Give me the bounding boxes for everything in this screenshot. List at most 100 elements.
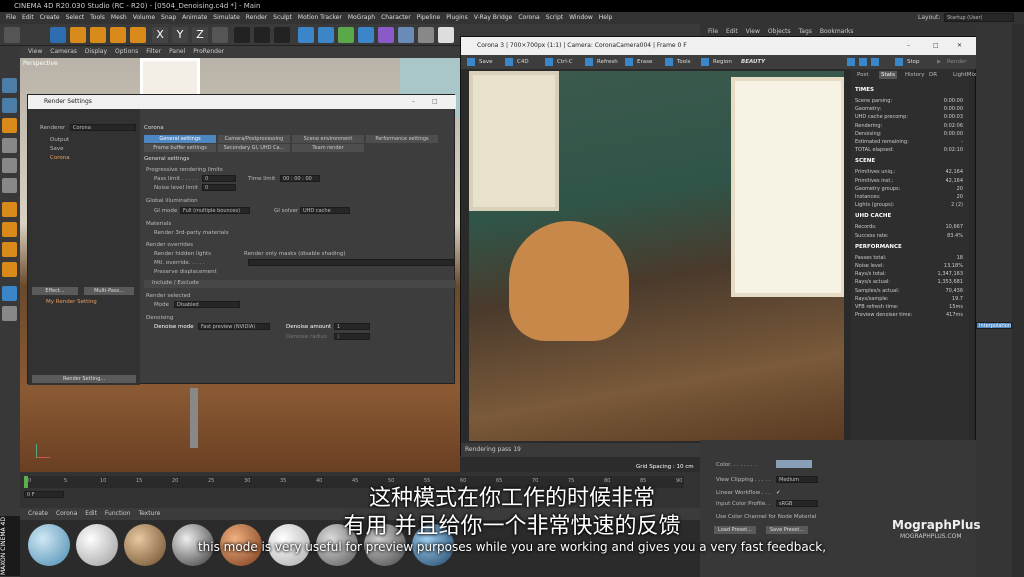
minimize-icon[interactable]: – <box>907 37 910 55</box>
menu-item-snap[interactable]: Snap <box>161 14 176 21</box>
maximize-icon[interactable]: □ <box>933 37 939 55</box>
render-picture-viewer-icon[interactable] <box>254 27 270 43</box>
fit-icon[interactable] <box>871 58 879 66</box>
floor-icon[interactable] <box>398 27 414 43</box>
time-limit-field[interactable]: 00 : 00 : 00 <box>280 175 320 182</box>
menu-item-character[interactable]: Character <box>381 14 411 21</box>
vfb-tab-lightmix[interactable]: LightMix <box>951 71 978 79</box>
viewport-menu-item-panel[interactable]: Panel <box>169 48 185 55</box>
x-axis-icon[interactable]: X <box>152 27 168 43</box>
viewport-menu-item-prorender[interactable]: ProRender <box>193 48 224 55</box>
subdivision-icon[interactable] <box>338 27 354 43</box>
tab-team-render[interactable]: Team render <box>292 144 364 152</box>
color-swatch[interactable] <box>776 460 812 468</box>
vfb-save-button[interactable]: Save <box>479 55 493 69</box>
menu-item-animate[interactable]: Animate <box>182 14 207 21</box>
menu-item-help[interactable]: Help <box>599 14 613 21</box>
menu-item-file[interactable]: File <box>6 14 16 21</box>
tab-camera-post[interactable]: Camera/Postprocessing <box>218 135 290 143</box>
objects-menu-item-tags[interactable]: Tags <box>799 28 812 35</box>
menu-item-mograph[interactable]: MoGraph <box>348 14 375 21</box>
viewport-menu-item-display[interactable]: Display <box>85 48 107 55</box>
menu-item-tools[interactable]: Tools <box>90 14 105 21</box>
z-axis-icon[interactable]: Z <box>192 27 208 43</box>
y-axis-icon[interactable]: Y <box>172 27 188 43</box>
lock-icon[interactable] <box>2 286 17 301</box>
render-view-icon[interactable] <box>234 27 250 43</box>
menu-item-render[interactable]: Render <box>246 14 267 21</box>
array-icon[interactable] <box>358 27 374 43</box>
menu-item-select[interactable]: Select <box>66 14 85 21</box>
objects-menu-item-file[interactable]: File <box>708 28 718 35</box>
gi-mode-select[interactable]: Full (multiple bounces) <box>180 207 250 214</box>
menu-item-edit[interactable]: Edit <box>22 14 34 21</box>
render3rd-checkbox[interactable]: Render 3rd-party materials <box>154 230 229 236</box>
denoise-mode-select[interactable]: Fast preview (NVIDIA) <box>198 323 270 330</box>
vfb-refresh-button[interactable]: Refresh <box>597 55 618 69</box>
menu-item-motion-tracker[interactable]: Motion Tracker <box>298 14 342 21</box>
render-settings-icon[interactable] <box>274 27 290 43</box>
minimize-icon[interactable]: – <box>412 95 415 109</box>
deformer-icon[interactable] <box>378 27 394 43</box>
hidden-lights-checkbox[interactable]: Render hidden lights <box>154 251 211 257</box>
objects-menu-item-view[interactable]: View <box>746 28 760 35</box>
include-exclude-toggle[interactable]: Include / Exclude <box>144 280 456 288</box>
model-mode-icon[interactable] <box>2 78 17 93</box>
menu-item-plugins[interactable]: Plugins <box>446 14 468 21</box>
select-tool-icon[interactable] <box>50 27 66 43</box>
pen-icon[interactable] <box>318 27 334 43</box>
menu-item-sculpt[interactable]: Sculpt <box>273 14 292 21</box>
vfb-tab-post[interactable]: Post <box>855 71 871 79</box>
interpolation-tab[interactable]: Interpolation <box>976 322 1012 329</box>
denoise-radius-field[interactable]: 1 <box>334 333 370 340</box>
zoom-in-icon[interactable] <box>847 58 855 66</box>
cube-icon[interactable] <box>298 27 314 43</box>
workplane-icon[interactable] <box>2 118 17 133</box>
vfb-c4d-button[interactable]: C4D <box>517 55 529 69</box>
maximize-icon[interactable]: □ <box>432 95 438 109</box>
menu-item-v-ray-bridge[interactable]: V-Ray Bridge <box>474 14 513 21</box>
edges-mode-icon[interactable] <box>2 158 17 173</box>
preserve-disp-checkbox[interactable]: Preserve displacement <box>154 269 217 275</box>
pass-limit-field[interactable]: 0 <box>202 175 236 182</box>
layout-select[interactable]: Startup (User) <box>944 13 1014 22</box>
rotate-tool-icon[interactable] <box>110 27 126 43</box>
vfb-tools-button[interactable]: Tools <box>677 55 691 69</box>
mtl-override-field[interactable] <box>248 259 454 266</box>
menu-item-volume[interactable]: Volume <box>133 14 155 21</box>
vfb-tab-history[interactable]: History <box>903 71 927 79</box>
viewport-menu-item-view[interactable]: View <box>28 48 42 55</box>
zoom-out-icon[interactable] <box>859 58 867 66</box>
mtl-override-label[interactable]: Mtl. override. . . . . <box>154 260 205 266</box>
vfb-pass-select[interactable]: BEAUTY <box>741 55 765 69</box>
menu-item-window[interactable]: Window <box>569 14 593 21</box>
vfb-stop-button[interactable]: Stop <box>907 55 920 69</box>
camera-icon[interactable] <box>418 27 434 43</box>
menu-item-simulate[interactable]: Simulate <box>213 14 240 21</box>
tab-performance[interactable]: Performance settings <box>366 135 438 143</box>
axis-icon[interactable] <box>2 202 17 217</box>
tweak-icon[interactable] <box>2 222 17 237</box>
scale-tool-icon[interactable] <box>90 27 106 43</box>
tree-item-corona[interactable]: Corona <box>50 155 70 161</box>
only-masks-checkbox[interactable]: Render only masks (disable shading) <box>244 251 346 257</box>
grid-icon[interactable] <box>2 306 17 321</box>
objects-menu-item-bookmarks[interactable]: Bookmarks <box>820 28 854 35</box>
renderer-select[interactable]: Corona <box>70 124 136 131</box>
objects-menu-item-edit[interactable]: Edit <box>726 28 738 35</box>
gi-solver-select[interactable]: UHD cache <box>300 207 350 214</box>
move-tool-icon[interactable] <box>70 27 86 43</box>
light-icon[interactable] <box>438 27 454 43</box>
viewport-menu-item-filter[interactable]: Filter <box>146 48 161 55</box>
objects-menu-item-objects[interactable]: Objects <box>768 28 791 35</box>
vfb-erase-button[interactable]: Erase <box>637 55 652 69</box>
mode-select[interactable]: Disabled <box>174 301 240 308</box>
menu-item-script[interactable]: Script <box>546 14 563 21</box>
snap-icon[interactable] <box>2 242 17 257</box>
viewport-menu-item-cameras[interactable]: Cameras <box>50 48 77 55</box>
menu-item-create[interactable]: Create <box>40 14 60 21</box>
render-image[interactable] <box>469 71 844 441</box>
tab-scene-env[interactable]: Scene environment <box>292 135 364 143</box>
transform-tool-icon[interactable] <box>130 27 146 43</box>
points-mode-icon[interactable] <box>2 138 17 153</box>
